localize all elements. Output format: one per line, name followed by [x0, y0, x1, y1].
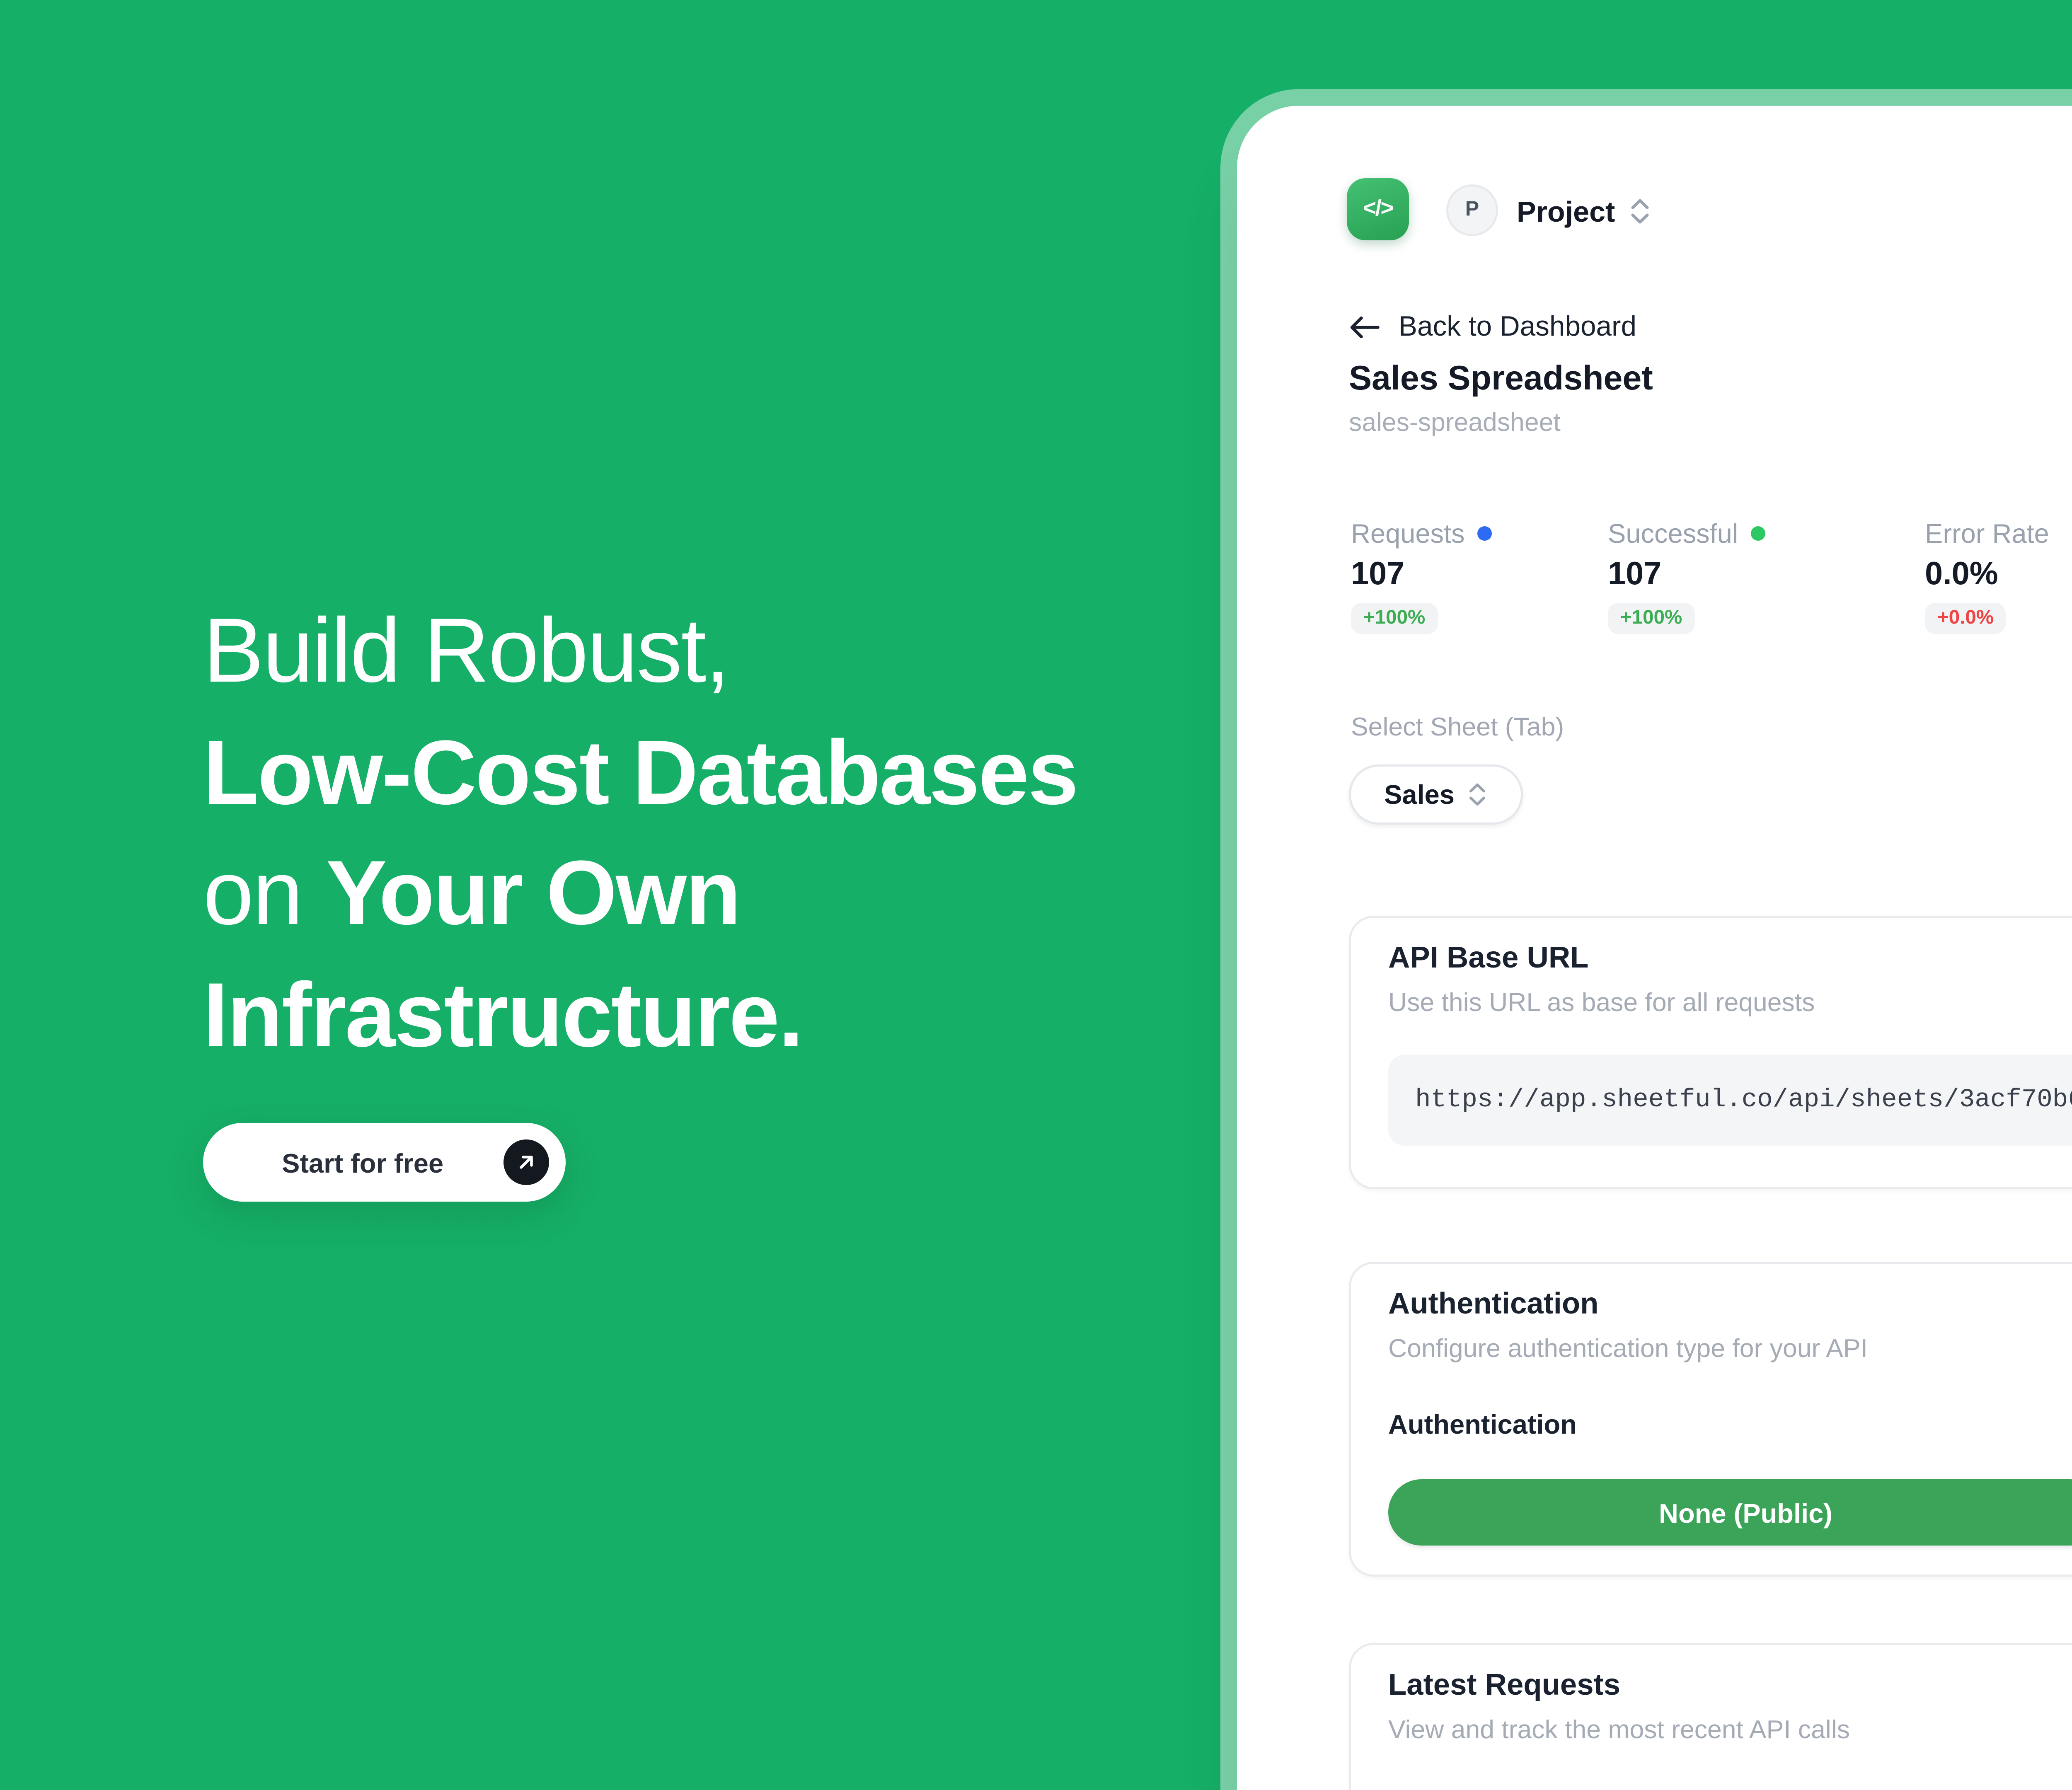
back-to-dashboard-link[interactable]: Back to Dashboard	[1349, 311, 1636, 342]
stat-successful: Successful 107 +100%	[1608, 518, 1765, 634]
back-to-dashboard-label: Back to Dashboard	[1399, 311, 1636, 342]
project-label: Project	[1517, 195, 1615, 228]
project-switcher[interactable]: Project	[1517, 195, 1652, 228]
hero-line-3-prefix: on	[203, 843, 326, 945]
project-avatar[interactable]: P	[1446, 184, 1498, 236]
hero-headline: Build Robust, Low-Cost Databases on Your…	[203, 593, 1077, 1077]
green-dot-icon	[1750, 526, 1765, 541]
authentication-card: Authentication Configure authentication …	[1349, 1262, 2072, 1577]
sheet-select-dropdown[interactable]: Sales	[1349, 764, 1523, 825]
page: Build Robust, Low-Cost Databases on Your…	[0, 0, 2072, 1790]
stat-value: 107	[1351, 557, 1492, 595]
blue-dot-icon	[1477, 526, 1492, 541]
hero-line-1: Build Robust,	[203, 601, 729, 702]
api-base-url-card: API Base URL Use this URL as base for al…	[1349, 916, 2072, 1189]
arrow-up-right-icon	[503, 1139, 549, 1185]
latest-requests-title: Latest Requests	[1388, 1670, 1620, 1703]
app-logo[interactable]: </>	[1347, 178, 1409, 240]
stat-delta-badge: +100%	[1351, 603, 1438, 634]
sheet-select-value: Sales	[1384, 779, 1455, 810]
select-sheet-label: Select Sheet (Tab)	[1351, 713, 1564, 742]
api-card-subtitle: Use this URL as base for all requests	[1388, 988, 1815, 1017]
auth-card-subtitle: Configure authentication type for your A…	[1388, 1334, 1868, 1363]
latest-requests-subtitle: View and track the most recent API calls	[1388, 1715, 1850, 1744]
stat-value: 107	[1608, 557, 1765, 595]
chevron-up-down-icon	[1467, 781, 1488, 808]
hero-line-4: Infrastructure.	[203, 965, 802, 1066]
code-icon: </>	[1363, 197, 1393, 222]
auth-field-label: Authentication	[1388, 1409, 1577, 1440]
api-url-field: https://app.sheetful.co/api/sheets/3acf7…	[1388, 1055, 2072, 1146]
arrow-left-icon	[1349, 314, 1380, 339]
start-for-free-button[interactable]: Start for free	[203, 1123, 566, 1202]
latest-requests-card: Latest Requests View and track the most …	[1349, 1643, 2072, 1790]
start-for-free-label: Start for free	[282, 1147, 443, 1178]
stat-error-rate: Error Rate 0.0% +0.0%	[1925, 518, 2049, 634]
auth-option-none-public[interactable]: None (Public)	[1388, 1479, 2072, 1546]
page-slug: sales-spreadsheet	[1349, 408, 1561, 437]
stat-delta-badge: +100%	[1608, 603, 1694, 634]
auth-card-title: Authentication	[1388, 1289, 1599, 1322]
hero-section: Build Robust, Low-Cost Databases on Your…	[203, 593, 1077, 1077]
chevron-up-down-icon	[1629, 197, 1652, 226]
hero-line-2: Low-Cost Databases	[203, 722, 1077, 824]
page-title: Sales Spreadsheet	[1349, 360, 1653, 400]
api-card-title: API Base URL	[1388, 943, 1589, 976]
project-initial: P	[1465, 199, 1479, 222]
hero-line-3-bold: Your Own	[326, 843, 740, 945]
stat-requests: Requests 107 +100%	[1351, 518, 1492, 634]
app-window: </> P Project Back to Dashboard	[1237, 106, 2072, 1790]
stat-label: Successful	[1608, 518, 1738, 549]
stat-label: Error Rate	[1925, 518, 2049, 549]
stat-delta-badge: +0.0%	[1925, 603, 2006, 634]
auth-type-toggle: None (Public) Bearer Token	[1388, 1479, 2072, 1546]
stat-label: Requests	[1351, 518, 1465, 549]
stat-value: 0.0%	[1925, 557, 2049, 595]
